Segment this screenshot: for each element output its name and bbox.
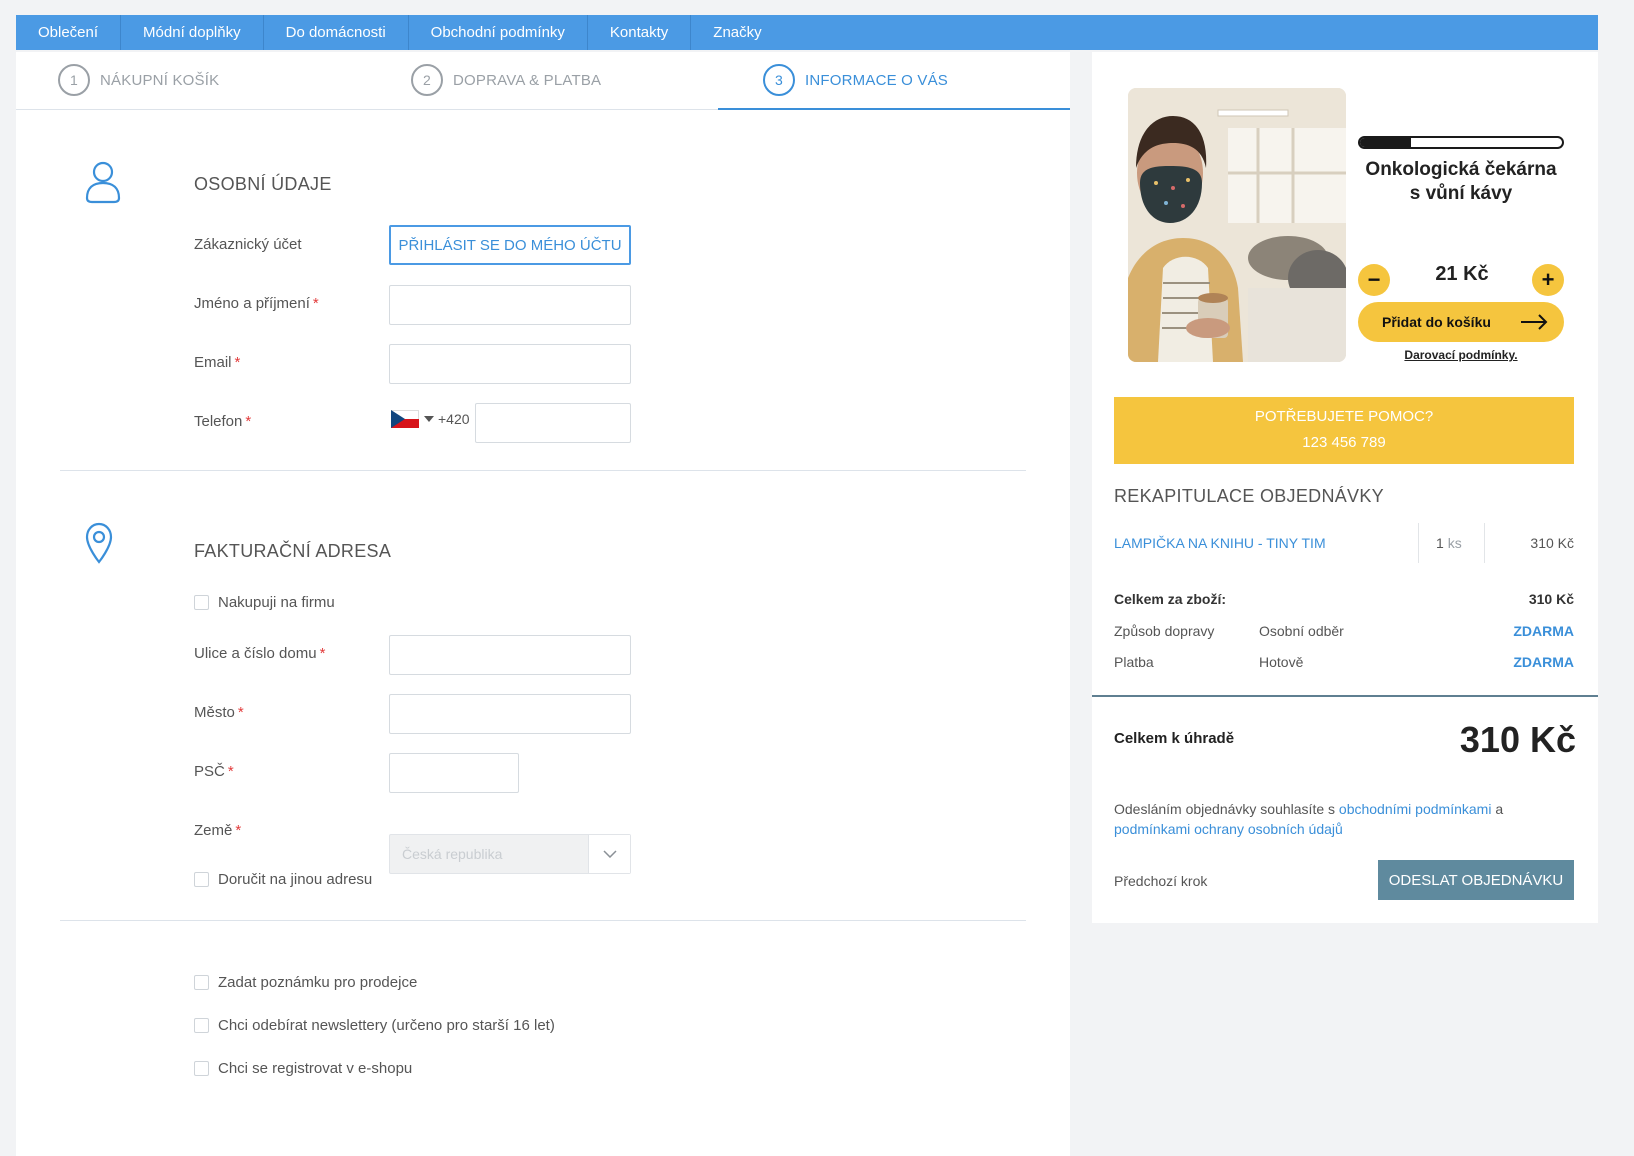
- submit-order-button[interactable]: ODESLAT OBJEDNÁVKU: [1378, 860, 1574, 900]
- order-sidebar: Onkologická čekárna s vůní kávy − 21 Kč …: [1092, 52, 1598, 923]
- country-label: Země *: [194, 822, 242, 839]
- phone-country-selector[interactable]: +420: [391, 410, 470, 428]
- help-title: POTŘEBUJETE POMOC?: [1254, 408, 1434, 425]
- donation-terms-link[interactable]: Darovací podmínky.: [1358, 348, 1564, 362]
- step-number: 2: [411, 64, 443, 96]
- newsletter-checkbox-row[interactable]: Chci odebírat newslettery (určeno pro st…: [194, 1017, 555, 1034]
- nav-item-modni-doplnky[interactable]: Módní doplňky: [121, 15, 264, 50]
- newsletter-checkbox-label: Chci odebírat newslettery (určeno pro st…: [218, 1017, 555, 1034]
- previous-step-link[interactable]: Předchozí krok: [1114, 873, 1207, 889]
- register-checkbox-row[interactable]: Chci se registrovat v e-shopu: [194, 1060, 412, 1077]
- name-input[interactable]: [389, 285, 631, 325]
- help-phone: 123 456 789: [1302, 434, 1386, 451]
- step-label: INFORMACE O VÁS: [805, 71, 949, 89]
- note-checkbox-row[interactable]: Zadat poznámku pro prodejce: [194, 974, 417, 991]
- step-label: DOPRAVA & PLATBA: [453, 71, 602, 89]
- order-item-price: 310 Kč: [1530, 535, 1574, 551]
- other-address-checkbox-row[interactable]: Doručit na jinou adresu: [194, 871, 372, 888]
- step-cart[interactable]: 1 NÁKUPNÍ KOŠÍK: [58, 64, 219, 96]
- street-label: Ulice a číslo domu *: [194, 645, 326, 662]
- consent-text: Odesláním objednávky souhlasíte s obchod…: [1114, 801, 1504, 837]
- nav-item-obchodni-podminky[interactable]: Obchodní podmínky: [409, 15, 588, 50]
- donation-progress-bar: [1358, 136, 1564, 149]
- terms-link[interactable]: obchodními podmínkami: [1339, 801, 1492, 817]
- zip-label: PSČ *: [194, 763, 234, 780]
- personal-section-title: OSOBNÍ ÚDAJE: [194, 174, 332, 194]
- column-separator: [1484, 523, 1485, 563]
- other-address-checkbox-label: Doručit na jinou adresu: [218, 871, 373, 888]
- order-item-name[interactable]: LAMPIČKA NA KNIHU - TINY TIM: [1114, 535, 1326, 551]
- promo-photo: [1128, 88, 1346, 362]
- step-number: 1: [58, 64, 90, 96]
- nav-item-obleceni[interactable]: Oblečení: [16, 15, 122, 50]
- email-label: Email *: [194, 354, 241, 371]
- order-summary-title: REKAPITULACE OBJEDNÁVKY: [1114, 486, 1384, 506]
- company-checkbox[interactable]: [194, 595, 209, 610]
- register-checkbox[interactable]: [194, 1061, 209, 1076]
- zip-input[interactable]: [389, 753, 519, 793]
- step-shipping-payment[interactable]: 2 DOPRAVA & PLATBA: [411, 64, 601, 96]
- order-item-quantity: 1 ks: [1436, 535, 1462, 551]
- location-pin-icon: [84, 522, 114, 569]
- step-label: NÁKUPNÍ KOŠÍK: [100, 71, 220, 89]
- section-divider: [60, 470, 1026, 471]
- name-label: Jméno a příjmení *: [194, 295, 319, 312]
- newsletter-checkbox[interactable]: [194, 1018, 209, 1033]
- account-label: Zákaznický účet: [194, 236, 302, 253]
- add-to-cart-label: Přidat do košíku: [1382, 314, 1491, 330]
- privacy-link[interactable]: podmínkami ochrany osobních údajů: [1114, 821, 1343, 837]
- note-checkbox[interactable]: [194, 975, 209, 990]
- promo-title: Onkologická čekárna s vůní kávy: [1365, 159, 1557, 204]
- user-icon: [84, 160, 122, 209]
- step-number: 3: [763, 64, 795, 96]
- register-checkbox-label: Chci se registrovat v e-shopu: [218, 1060, 413, 1077]
- nav-item-do-domacnosti[interactable]: Do domácnosti: [264, 15, 409, 50]
- phone-prefix-value: +420: [438, 411, 470, 427]
- company-checkbox-row[interactable]: Nakupuji na firmu: [194, 594, 335, 611]
- arrow-right-icon: [1520, 314, 1548, 333]
- email-input[interactable]: [389, 344, 631, 384]
- caret-down-icon: [424, 416, 434, 422]
- top-navigation: Oblečení Módní doplňky Do domácnosti Obc…: [16, 15, 1598, 50]
- street-input[interactable]: [389, 635, 631, 675]
- total-label: Celkem k úhradě: [1114, 730, 1235, 747]
- checkout-form-panel: 1 NÁKUPNÍ KOŠÍK 2 DOPRAVA & PLATBA 3 INF…: [16, 52, 1070, 1156]
- note-checkbox-label: Zadat poznámku pro prodejce: [218, 974, 418, 991]
- login-button[interactable]: PŘIHLÁSIT SE DO MÉHO ÚČTU: [389, 225, 631, 265]
- progress-fill: [1360, 138, 1411, 147]
- phone-label: Telefon *: [194, 413, 252, 430]
- phone-input[interactable]: [475, 403, 631, 443]
- nav-item-kontakty[interactable]: Kontakty: [588, 15, 692, 50]
- help-banner[interactable]: POTŘEBUJETE POMOC? 123 456 789: [1114, 397, 1574, 464]
- country-select[interactable]: Česká republika: [389, 834, 631, 874]
- nav-item-znacky[interactable]: Značky: [691, 15, 783, 50]
- chevron-down-icon: [588, 835, 630, 873]
- total-amount: 310 Kč: [1459, 719, 1576, 760]
- billing-section-title: FAKTURAČNÍ ADRESA: [194, 541, 392, 561]
- order-item-row: LAMPIČKA NA KNIHU - TINY TIM 1 ks 310 Kč: [1114, 523, 1574, 563]
- other-address-checkbox[interactable]: [194, 872, 209, 887]
- czech-flag-icon: [391, 410, 419, 428]
- donation-price: 21 Kč: [1435, 263, 1489, 285]
- step-customer-info[interactable]: 3 INFORMACE O VÁS: [763, 64, 948, 96]
- company-checkbox-label: Nakupuji na firmu: [218, 594, 335, 611]
- column-separator: [1418, 523, 1419, 563]
- city-label: Město *: [194, 704, 244, 721]
- decrease-amount-button[interactable]: −: [1358, 264, 1390, 296]
- checkout-steps: 1 NÁKUPNÍ KOŠÍK 2 DOPRAVA & PLATBA 3 INF…: [16, 52, 1070, 110]
- total-separator: [1092, 695, 1598, 697]
- country-select-value: Česká republika: [402, 846, 503, 862]
- increase-amount-button[interactable]: +: [1532, 264, 1564, 296]
- active-step-underline: [718, 108, 1070, 110]
- city-input[interactable]: [389, 694, 631, 734]
- section-divider: [60, 920, 1026, 921]
- add-to-cart-button[interactable]: Přidat do košíku: [1358, 302, 1564, 342]
